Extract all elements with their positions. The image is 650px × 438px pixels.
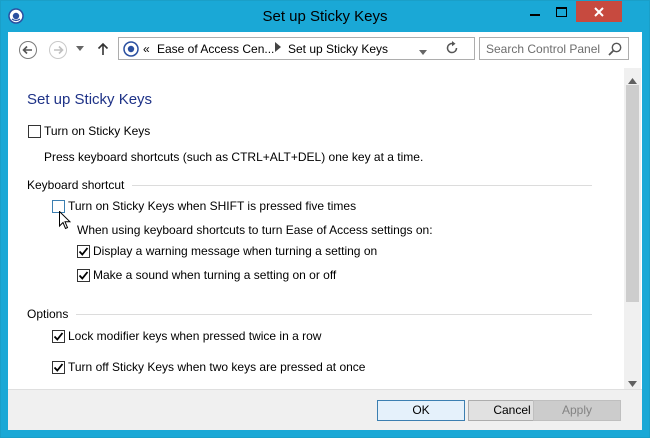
keyboard-shortcut-section-label: Keyboard shortcut [27, 178, 125, 192]
refresh-icon[interactable] [445, 40, 459, 59]
up-button[interactable] [96, 41, 110, 57]
lock-modifier-label[interactable]: Lock modifier keys when pressed twice in… [68, 329, 321, 343]
breadcrumb-current[interactable]: Set up Sticky Keys [288, 42, 388, 56]
search-icon[interactable] [608, 42, 622, 59]
ok-button[interactable]: OK [377, 400, 465, 421]
search-field[interactable]: Search Control Panel [479, 37, 629, 60]
vertical-scrollbar[interactable] [624, 68, 641, 389]
shift-five-times-label[interactable]: Turn on Sticky Keys when SHIFT is presse… [68, 199, 356, 213]
button-bar: OK Cancel Apply [8, 389, 642, 430]
scroll-down-icon[interactable] [628, 376, 637, 389]
options-section-label: Options [27, 307, 69, 321]
up-arrow-icon [97, 42, 109, 55]
warning-message-checkbox[interactable] [77, 245, 90, 258]
address-dropdown-icon[interactable] [419, 45, 427, 59]
checkmark-icon [78, 247, 89, 256]
turn-on-sticky-keys-checkbox[interactable] [28, 125, 41, 138]
section-divider [132, 185, 592, 186]
mouse-pointer-icon [59, 210, 72, 233]
forward-arrow-icon [49, 41, 67, 59]
address-bar[interactable]: « Ease of Access Cen... Set up Sticky Ke… [118, 37, 475, 60]
navigation-bar: « Ease of Access Cen... Set up Sticky Ke… [8, 32, 642, 68]
breadcrumb-separator-icon[interactable] [275, 41, 281, 55]
close-icon [594, 6, 604, 17]
apply-button[interactable]: Apply [533, 400, 621, 421]
close-button[interactable] [576, 1, 622, 22]
turn-on-sticky-keys-label[interactable]: Turn on Sticky Keys [44, 124, 150, 138]
shortcut-sub-heading: When using keyboard shortcuts to turn Ea… [77, 223, 433, 237]
sticky-keys-description: Press keyboard shortcuts (such as CTRL+A… [44, 150, 424, 164]
maximize-button[interactable] [548, 1, 575, 22]
warning-message-label[interactable]: Display a warning message when turning a… [93, 244, 377, 258]
sticky-keys-window: Set up Sticky Keys « Ease of Access Cen.… [0, 0, 650, 438]
address-overflow[interactable]: « [143, 42, 150, 56]
checkmark-icon [53, 363, 64, 372]
control-panel-icon [123, 41, 139, 57]
chevron-down-icon [76, 46, 84, 51]
recent-pages-button[interactable] [75, 44, 85, 54]
section-divider [76, 314, 592, 315]
search-placeholder: Search Control Panel [486, 42, 601, 56]
content-pane: Set up Sticky Keys Turn on Sticky Keys P… [8, 68, 642, 389]
turn-off-two-keys-checkbox[interactable] [52, 361, 65, 374]
checkmark-icon [53, 332, 64, 341]
make-sound-label[interactable]: Make a sound when turning a setting on o… [93, 268, 336, 282]
lock-modifier-checkbox[interactable] [52, 330, 65, 343]
breadcrumb-ease-of-access[interactable]: Ease of Access Cen... [157, 42, 274, 56]
page-title: Set up Sticky Keys [27, 91, 153, 108]
back-button[interactable] [18, 40, 38, 60]
back-arrow-icon [19, 41, 37, 59]
turn-off-two-keys-label[interactable]: Turn off Sticky Keys when two keys are p… [68, 360, 365, 374]
scrollbar-thumb[interactable] [626, 85, 639, 302]
make-sound-checkbox[interactable] [77, 269, 90, 282]
title-bar: Set up Sticky Keys [1, 1, 649, 32]
checkmark-icon [78, 271, 89, 280]
forward-button[interactable] [48, 40, 68, 60]
minimize-button[interactable] [521, 1, 548, 22]
